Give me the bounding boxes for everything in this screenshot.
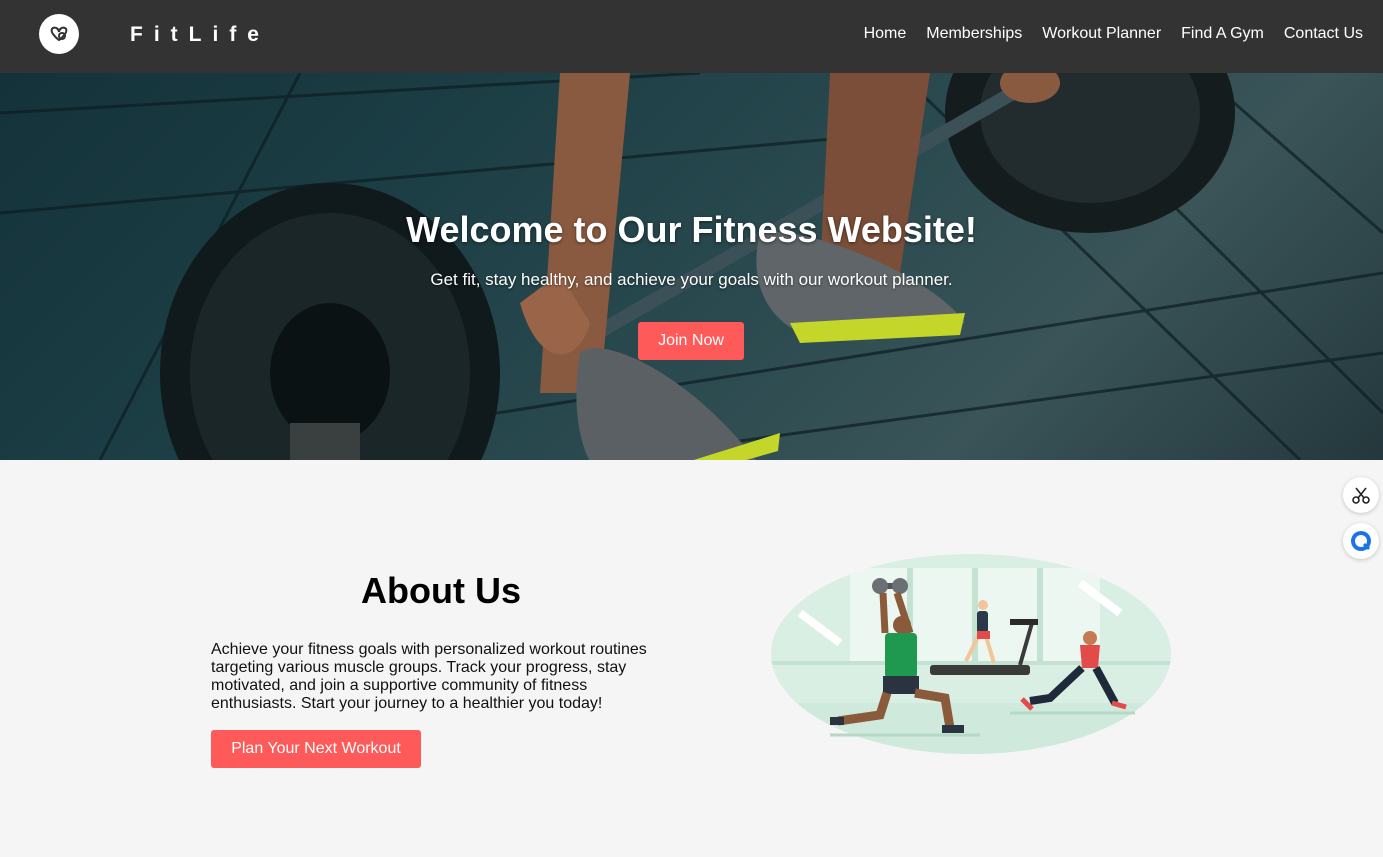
nav-menu: Home Memberships Workout Planner Find A … [864, 24, 1363, 44]
scissors-icon [1352, 487, 1370, 504]
nav-link-find-a-gym[interactable]: Find A Gym [1181, 24, 1264, 44]
nav-link-contact-us[interactable]: Contact Us [1284, 24, 1363, 44]
fitness-illustration [771, 554, 1171, 754]
about-title: About Us [361, 570, 521, 611]
chat-widget[interactable] [1343, 523, 1379, 559]
chat-icon [1351, 531, 1371, 551]
navbar: FitLife Home Memberships Workout Planner… [0, 0, 1383, 73]
nav-link-workout-planner[interactable]: Workout Planner [1042, 24, 1161, 44]
hero-title: Welcome to Our Fitness Website! [406, 209, 977, 250]
logo[interactable] [39, 14, 79, 54]
brand-name[interactable]: FitLife [130, 22, 270, 48]
scissors-widget[interactable] [1343, 477, 1379, 513]
hero-subtitle: Get fit, stay healthy, and achieve your … [430, 270, 953, 289]
nav-link-home[interactable]: Home [864, 24, 907, 44]
logo-icon [50, 26, 68, 42]
hero-section: Welcome to Our Fitness Website! Get fit,… [0, 73, 1383, 460]
about-text: Achieve your fitness goals with personal… [211, 641, 647, 712]
join-now-button[interactable]: Join Now [638, 322, 744, 360]
nav-link-memberships[interactable]: Memberships [926, 24, 1022, 44]
plan-workout-button[interactable]: Plan Your Next Workout [211, 730, 421, 768]
hero-content: Welcome to Our Fitness Website! Get fit,… [0, 208, 1383, 291]
